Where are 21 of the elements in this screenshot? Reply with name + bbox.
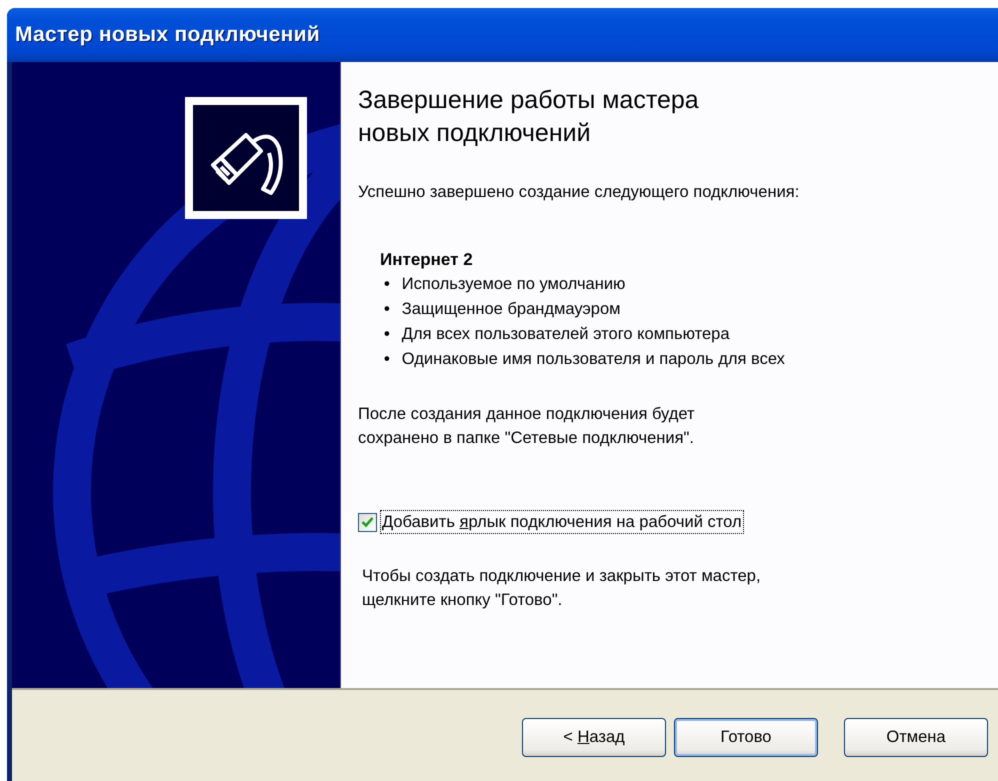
checkbox-label[interactable]: Добавить ярлык подключения на рабочий стол [380,510,744,534]
connection-property: Для всех пользователей этого компьютера [402,324,730,345]
save-note: После создания данное подключения будет сохранено в папке "Сетевые подключения". [358,404,696,449]
bullet-icon: • [384,297,390,322]
connection-property: Защищенное брандмауэром [402,299,621,320]
intro-text: Успешно завершено создание следующего подключения: [358,182,800,203]
bullet-icon: • [384,272,390,297]
bullet-icon: • [384,347,390,372]
connection-property: Одинаковые имя пользователя и пароль для всех [402,349,785,370]
wizard-button[interactable]: Готово [674,718,818,757]
network-plug-icon [185,97,307,219]
check-icon [361,516,374,528]
wizard-heading: Завершение работы мастера новых подключений [358,85,700,149]
window-title: Мастер новых подключений [15,23,320,47]
finish-hint: Чтобы создать подключение и закрыть этот мастер, щелкните кнопку "Готово". [361,566,762,611]
bullet-icon: • [384,322,390,347]
shortcut-checkbox[interactable] [358,512,377,532]
connection-name: Интернет 2 [380,249,474,271]
wizard-button[interactable]: < Назад [522,718,666,757]
wizard-button[interactable]: Отмена [844,718,988,757]
connection-property: Используемое по умолчанию [402,274,626,295]
